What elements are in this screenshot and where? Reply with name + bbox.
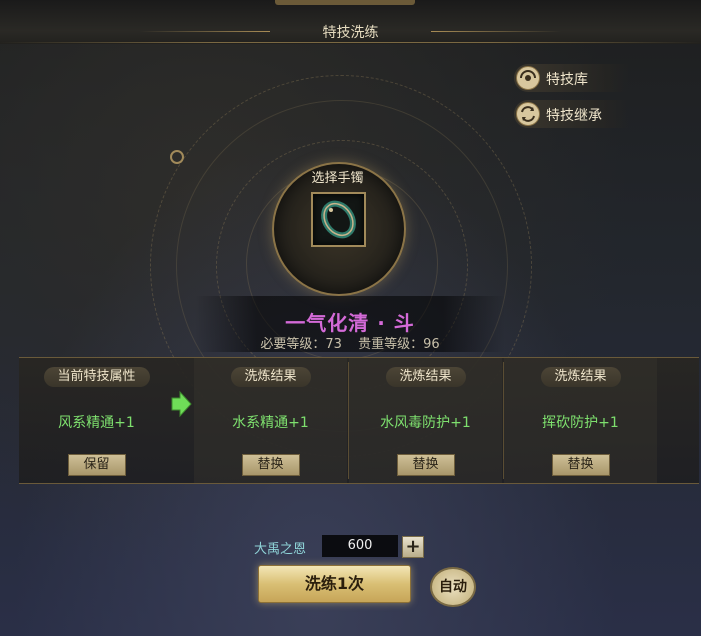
wash-result-value: 水风毒防护+1 — [380, 415, 471, 431]
circle-orb-icon — [170, 150, 184, 164]
wash-result-column: 洗炼结果 水系精通+1 替换 — [194, 358, 347, 483]
select-bracelet-label: 选择手镯 — [311, 171, 364, 186]
skill-inherit-button[interactable]: 特技继承 — [514, 100, 629, 128]
wash-result-column: 洗炼结果 挥砍防护+1 替换 — [504, 358, 657, 483]
wash-result-header: 洗炼结果 — [540, 367, 621, 387]
skill-library-label: 特技库 — [546, 72, 588, 88]
auto-button[interactable]: 自动 — [430, 567, 476, 607]
skill-library-icon — [516, 66, 540, 90]
bracelet-icon — [321, 200, 356, 239]
inherit-icon — [516, 102, 540, 126]
top-divider — [0, 42, 701, 43]
cost-amount: 600 — [322, 535, 398, 557]
wash-result-header: 洗炼结果 — [385, 367, 466, 387]
current-attribute-header: 当前特技属性 — [43, 367, 150, 387]
top-notch — [275, 0, 415, 5]
wash-result-value: 挥砍防护+1 — [542, 415, 619, 431]
skill-inherit-label: 特技继承 — [546, 108, 602, 124]
replace-button[interactable]: 替换 — [551, 454, 610, 476]
replace-button[interactable]: 替换 — [396, 454, 455, 476]
bracelet-slot[interactable] — [311, 192, 366, 247]
skill-requirements: 必要等级：73 贵重等级：96 — [195, 333, 505, 352]
wash-result-column: 洗炼结果 水风毒防护+1 替换 — [349, 358, 502, 483]
required-level: 必要等级：73 — [260, 337, 342, 352]
skill-name: 一气化清 · 斗 — [285, 311, 415, 335]
replace-button[interactable]: 替换 — [241, 454, 300, 476]
wash-result-panel: 当前特技属性 风系精通+1 保留 洗炼结果 水系精通+1 替换 洗炼结果 水风毒… — [19, 357, 699, 484]
window-title: 特技洗练 — [322, 25, 379, 41]
wash-result-value: 水系精通+1 — [232, 415, 309, 431]
current-attribute-column: 当前特技属性 风系精通+1 保留 — [19, 358, 174, 483]
plus-icon[interactable]: + — [402, 536, 424, 558]
noble-level: 贵重等级：96 — [358, 337, 440, 352]
skill-library-button[interactable]: 特技库 — [514, 64, 629, 92]
keep-button[interactable]: 保留 — [67, 454, 126, 476]
cost-item-label: 大禹之恩 — [254, 542, 307, 557]
wash-once-button[interactable]: 洗练1次 — [258, 565, 411, 603]
wash-result-header: 洗炼结果 — [230, 367, 311, 387]
arrow-right-icon — [171, 390, 192, 418]
current-attribute-value: 风系精通+1 — [58, 415, 135, 431]
